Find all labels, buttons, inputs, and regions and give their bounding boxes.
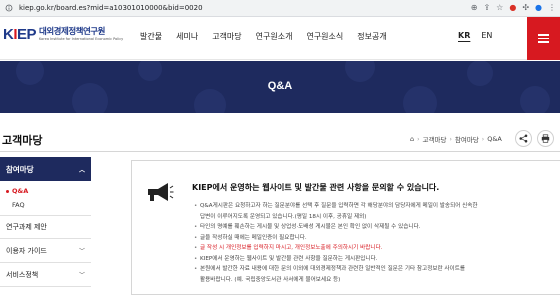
lnb-group-user-guide[interactable]: 이용자 가이드 ﹀ [0,239,91,263]
page-tools [515,130,554,147]
profile-icon[interactable]: ● [535,2,542,14]
share-icon [519,134,528,143]
kiep-logo[interactable]: KIEP 대외경제정책연구원 Korea Institute for Inter… [3,27,123,43]
section-title: 고객마당 [2,134,43,147]
lnb-group-label: 연구과제 제안 [6,223,47,231]
breadcrumb-item-3[interactable]: Q&A [487,135,502,143]
chevron-up-icon: ︿ [78,166,85,174]
section-divider [0,151,560,152]
lang-en[interactable]: EN [481,31,492,40]
lnb-submenu: Q&A FAQ [0,181,91,215]
print-button[interactable] [537,130,554,147]
lnb-group-research-proposal[interactable]: 연구과제 제안 [0,215,91,239]
lnb-sub-faq[interactable]: FAQ [0,198,91,212]
page-title: Q&A [267,80,293,92]
lnb-group-label: 참여마당 [6,164,34,174]
hamburger-icon [538,34,549,36]
main-nav: 발간물 세미나 고객마당 연구원소개 연구원소식 정보공개 [140,31,401,42]
lnb-group-service-policy[interactable]: 서비스정책 ﹀ [0,263,91,287]
zoom-icon[interactable]: ⊕ [471,2,478,14]
chevron-down-icon: ﹀ [78,272,85,279]
left-nav: 참여마당 ︿ Q&A FAQ 연구과제 제안 이용자 가이드 ﹀ 서비스정책 ﹀ [0,157,91,287]
qna-notice-box: KIEP에서 운영하는 웹사이트 및 발간물 관련 사항을 문의할 수 있습니다… [131,160,560,295]
breadcrumb-item-2[interactable]: 참여마당 [455,134,479,144]
language-switcher: KR EN [458,31,492,40]
home-icon[interactable]: ⌂ [410,135,414,143]
browser-menu-icon[interactable]: ⋮ [548,2,556,14]
lnb-group-label: 이용자 가이드 [6,246,47,255]
star-icon[interactable]: ☆ [496,2,503,14]
megaphone-icon [148,183,174,201]
breadcrumb-item-1[interactable]: 고객마당 [423,134,447,144]
notice-item-warning: 글 작성 시 개인정보를 입력하지 마시고, 개인정보노출에 주의하시기 바랍니… [194,243,478,254]
notice-item: 타인의 명예를 훼손하는 게시물 및 상업성·도배성 게시물은 본인 확인 없이… [194,222,478,233]
lnb-sub-qna[interactable]: Q&A [0,184,91,198]
notice-item: 본원에서 발간한 자료 내용에 대한 문의 이외에 대외경제정책과 관련한 일반… [194,264,478,285]
nav-publications[interactable]: 발간물 [140,31,162,42]
lang-kr[interactable]: KR [458,31,470,40]
page-banner: Q&A [0,61,560,113]
notice-heading: KIEP에서 운영하는 웹사이트 및 발간물 관련 사항을 문의할 수 있습니다… [192,183,440,192]
browser-address-bar[interactable]: kiep.go.kr/board.es?mid=a10301010000&bid… [0,0,560,17]
nav-disclosure[interactable]: 정보공개 [357,31,386,42]
print-icon [541,134,550,143]
url-text[interactable]: kiep.go.kr/board.es?mid=a10301010000&bid… [19,4,203,12]
logo-korean-name: 대외경제정책연구원 [39,27,105,37]
logo-english-name: Korea Institute for International Econom… [39,37,124,41]
logo-mark: KIEP [3,26,37,43]
site-info-icon[interactable] [4,3,14,13]
extension-puzzle-icon[interactable]: ✣ [522,2,529,14]
breadcrumb: ⌂ › 고객마당 › 참여마당 › Q&A [410,134,502,144]
nav-about[interactable]: 연구원소개 [256,31,293,42]
nav-news[interactable]: 연구원소식 [306,31,343,42]
share-icon[interactable]: ⇪ [483,2,490,14]
hamburger-menu-button[interactable] [527,17,560,60]
extension-icon[interactable]: ● [509,2,516,14]
nav-customer[interactable]: 고객마당 [212,31,241,42]
chevron-down-icon: ﹀ [78,248,85,255]
share-button[interactable] [515,130,532,147]
lnb-active-group[interactable]: 참여마당 ︿ [0,157,91,181]
lnb-group-label: 서비스정책 [6,270,39,279]
notice-item: 글을 작성하실 때에는 메일인증이 필요합니다. [194,233,478,244]
notice-item: Q&A게시판은 요청하고자 하는 질문분야를 선택 후 질문을 입력하면 각 해… [194,201,478,222]
notice-item: KIEP에서 운영하는 웹사이트 및 발간물 관련 사항을 질문하는 게시판입니… [194,254,478,265]
notice-list: Q&A게시판은 요청하고자 하는 질문분야를 선택 후 질문을 입력하면 각 해… [194,201,478,285]
site-header: KIEP 대외경제정책연구원 Korea Institute for Inter… [0,17,560,60]
nav-seminars[interactable]: 세미나 [176,31,198,42]
